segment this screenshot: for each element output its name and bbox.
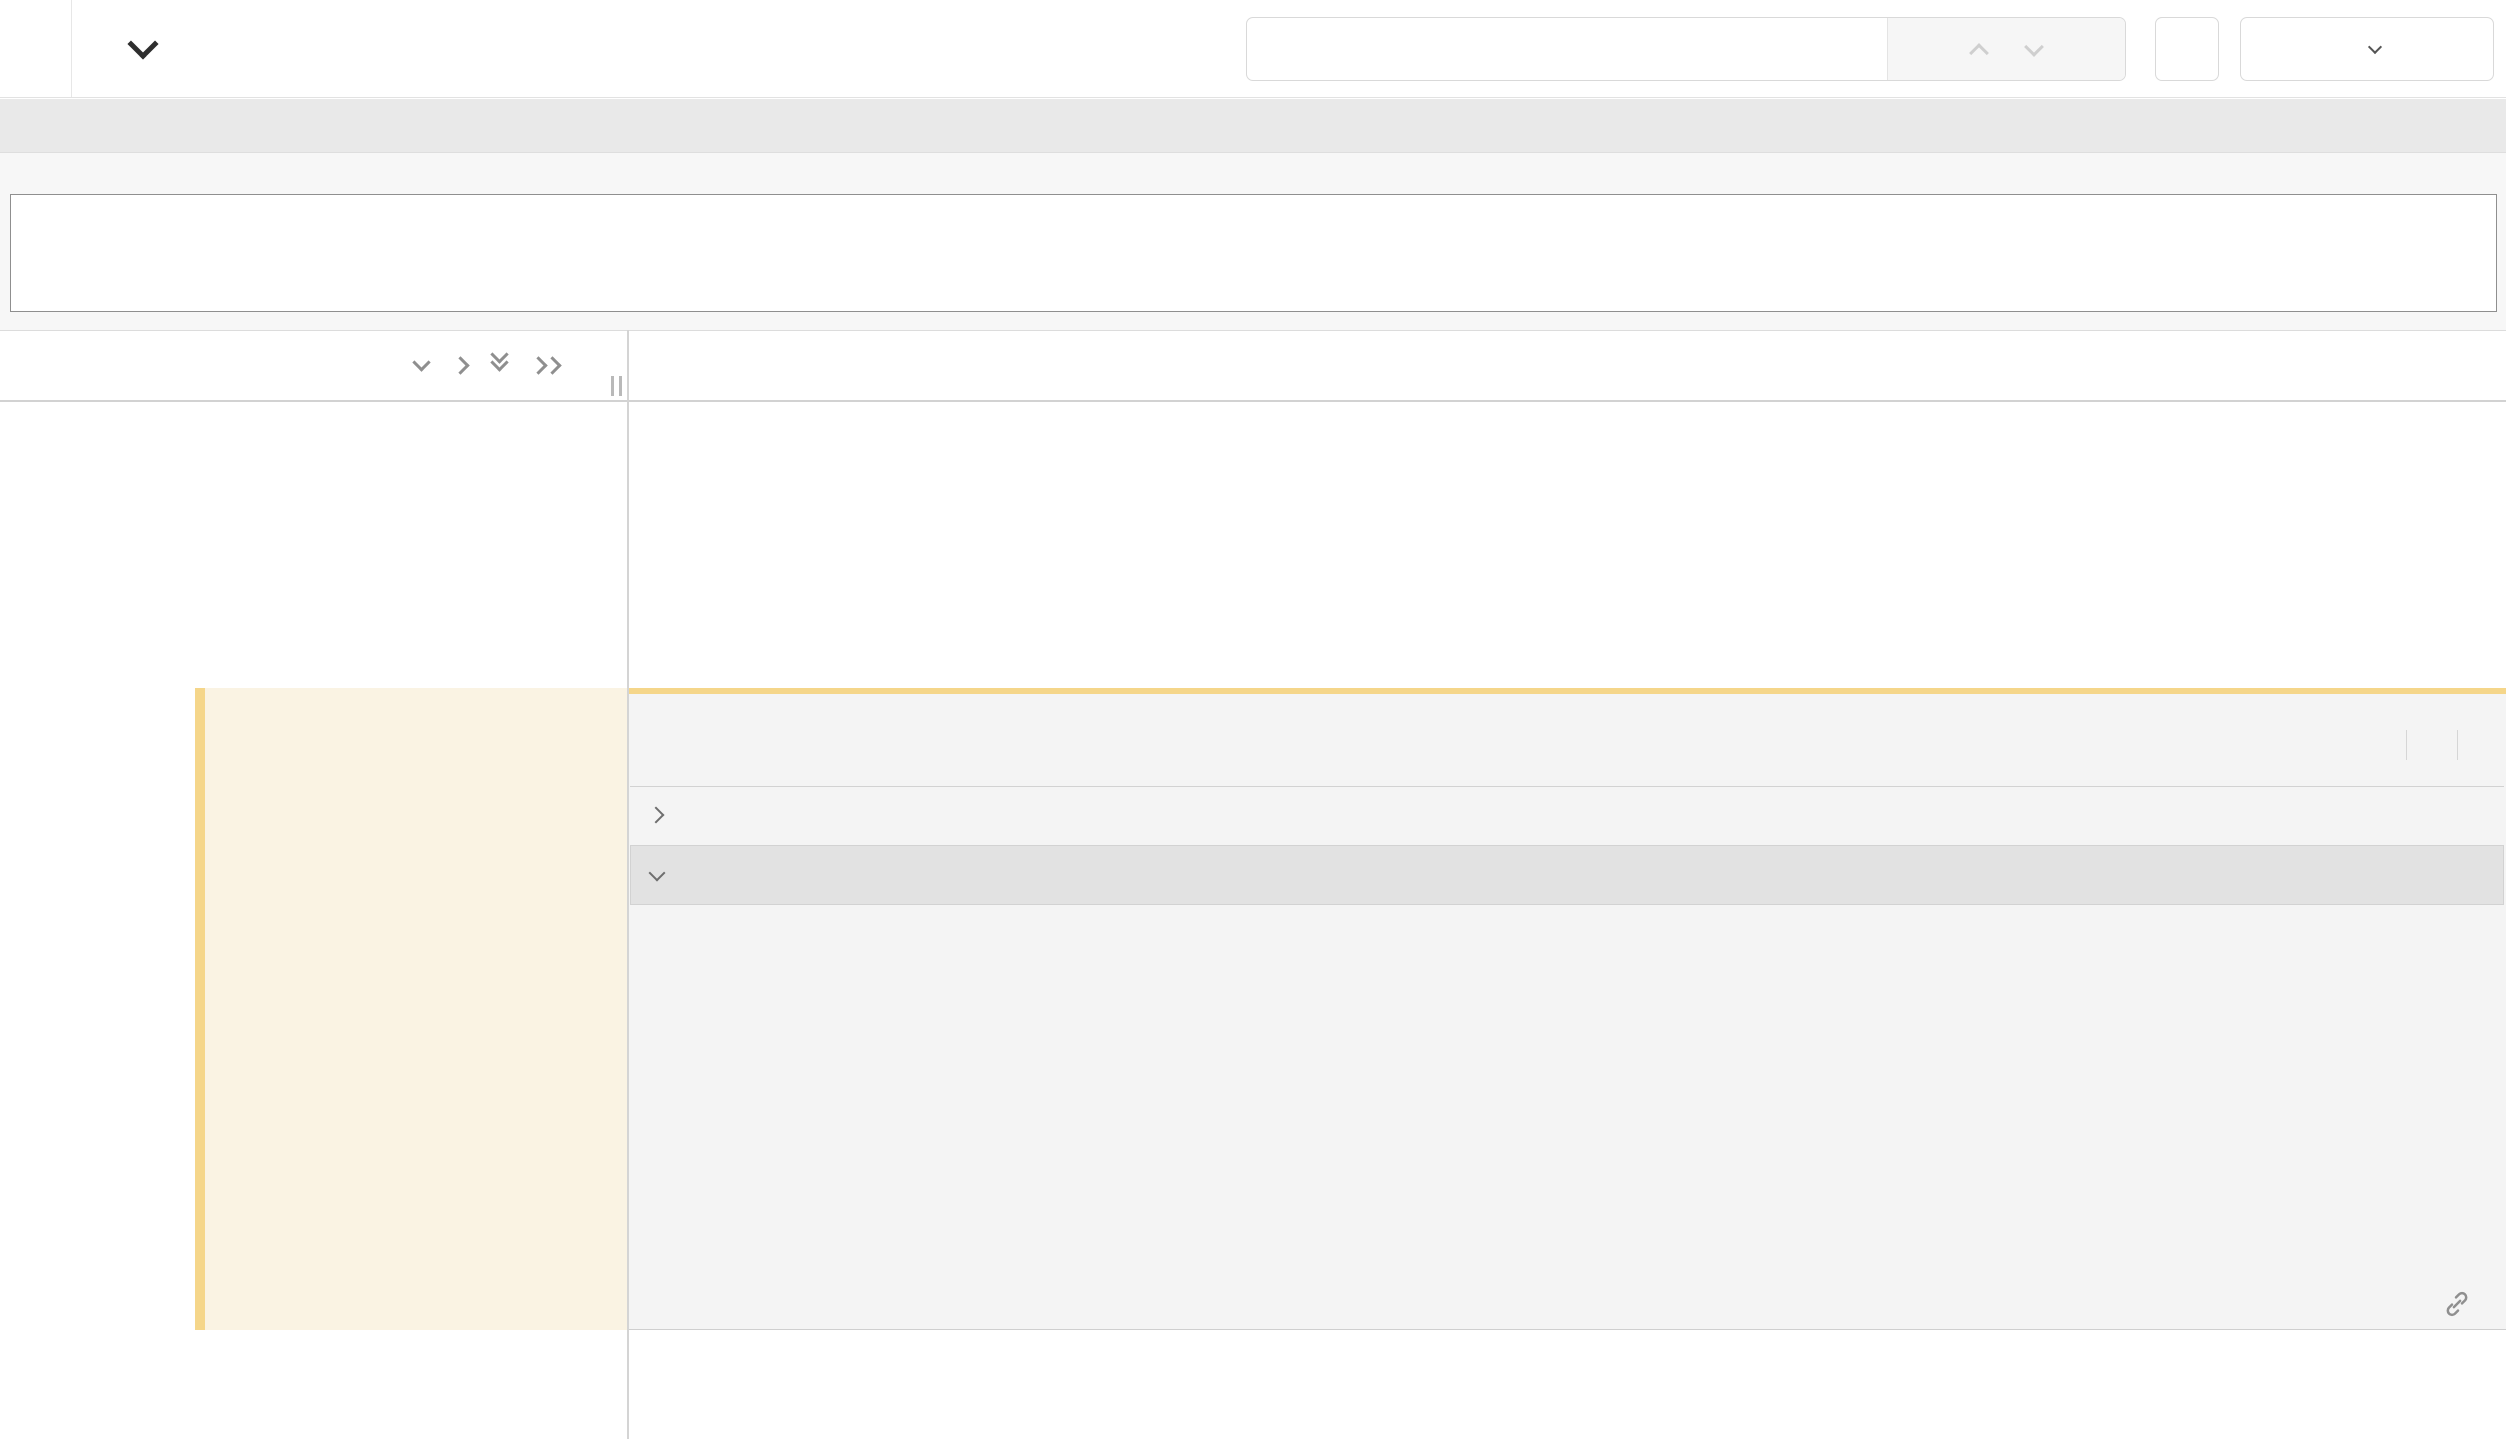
span-rows	[0, 402, 2506, 1439]
timeline-header-row	[0, 330, 2506, 402]
find-group	[1246, 17, 2126, 81]
collapse-trace-chevron-icon[interactable]	[127, 28, 158, 59]
selected-span-indent-column	[195, 688, 627, 1330]
tags-row[interactable]	[650, 809, 2504, 821]
timeline-tick-labels	[627, 331, 2506, 400]
logs-collapse-chevron-icon	[649, 864, 666, 881]
minimap-canvas[interactable]	[10, 194, 2497, 312]
find-input[interactable]	[1247, 18, 1887, 80]
back-button[interactable]	[0, 0, 72, 97]
copy-link-icon[interactable]	[2442, 1289, 2472, 1319]
minimap-tick-labels	[10, 158, 2497, 190]
app-header	[0, 0, 2506, 98]
expand-one-icon[interactable]	[451, 356, 469, 374]
next-match-icon[interactable]	[2024, 37, 2044, 57]
chevron-down-icon	[2368, 40, 2382, 54]
span-id-row	[2414, 1289, 2472, 1319]
span-detail-panel	[628, 688, 2506, 1330]
trace-summary-bar	[0, 99, 2506, 152]
logs-header[interactable]	[631, 846, 2503, 904]
find-controls	[1887, 18, 2125, 80]
keyboard-shortcuts-button[interactable]	[2155, 17, 2219, 81]
collapse-one-icon[interactable]	[412, 353, 430, 371]
trace-minimap	[0, 152, 2506, 330]
prev-match-icon[interactable]	[1969, 43, 1989, 63]
column-divider[interactable]	[627, 330, 629, 1439]
meta-divider	[2457, 730, 2458, 760]
view-selector-button[interactable]	[2240, 17, 2494, 81]
span-detail-meta	[2376, 730, 2488, 760]
collapse-all-icon[interactable]	[493, 354, 506, 369]
tags-expand-chevron-icon[interactable]	[648, 807, 665, 824]
tree-controls	[415, 331, 559, 400]
detail-divider	[630, 786, 2504, 787]
selected-span-color-strip	[195, 688, 205, 1330]
column-resizer-handle[interactable]	[611, 376, 622, 396]
span-detail-header	[628, 694, 2506, 760]
logs-accordion	[630, 845, 2504, 905]
trace-timeline-app	[0, 0, 2506, 1439]
expand-all-icon[interactable]	[532, 359, 559, 372]
meta-divider	[2406, 730, 2407, 760]
trace-title-group	[132, 0, 210, 97]
